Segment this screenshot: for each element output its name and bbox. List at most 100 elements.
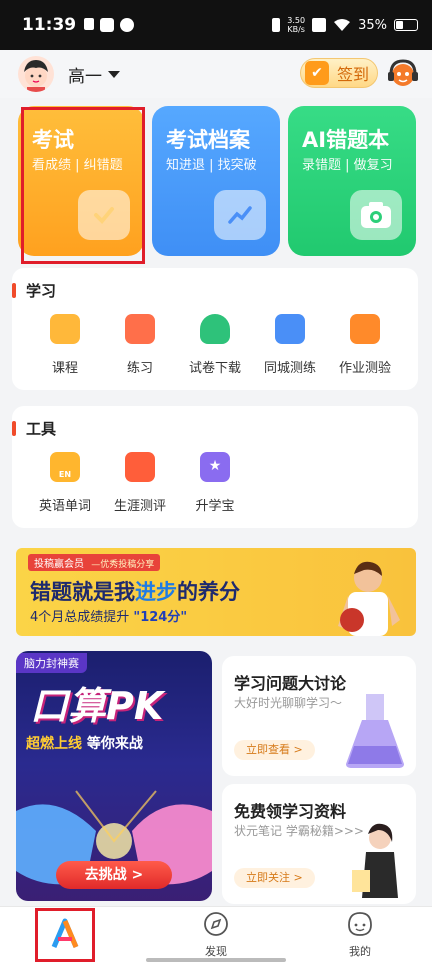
wifi-icon [334, 19, 351, 31]
promo-subtitle: 超燃上线 等你来战 [26, 733, 143, 753]
view-now-button[interactable]: 立即查看 > [234, 740, 315, 760]
chevron-down-icon [108, 71, 120, 78]
math-pk-promo-card[interactable]: 脑力封神赛 口算PK 超燃上线 等你来战 去挑战 > [16, 651, 212, 901]
avatar[interactable] [18, 56, 54, 92]
grade-selector[interactable]: 高一 [68, 62, 120, 87]
no-sim-icon [312, 18, 327, 32]
status-time: 11:39 [22, 15, 77, 35]
practice-icon [125, 314, 155, 344]
home-logo-icon [51, 918, 79, 948]
banner-tag: 投稿赢会员 —优秀投稿分享 [28, 554, 161, 571]
promo-sub-rest: 等你来战 [82, 736, 143, 752]
study-item-city-test[interactable]: 同城测练 [255, 314, 325, 376]
discussion-card[interactable]: 学习问题大讨论 大好时光聊聊学习～ 立即查看 > [222, 656, 416, 776]
customer-service-icon[interactable] [386, 56, 420, 90]
study-item-label: 试卷下载 [188, 361, 241, 376]
study-item-download[interactable]: 试卷下载 [180, 314, 250, 376]
promo-sub-highlight: 超燃上线 [26, 736, 82, 752]
study-item-label: 作业测验 [338, 361, 391, 376]
english-badge: EN [58, 470, 72, 479]
status-bar: 11:39 3.50 KB/s 35% [0, 0, 432, 50]
study-section: 学习 课程 练习 试卷下载 同城测练 作业测验 [12, 268, 418, 390]
study-item-practice[interactable]: 练习 [105, 314, 175, 376]
signin-label: 签到 [337, 65, 370, 84]
discussion-title: 学习问题大讨论 [234, 674, 347, 693]
follow-now-button[interactable]: 立即关注 > [234, 868, 315, 888]
study-header: 学习 [12, 280, 56, 301]
ai-mistake-book-card[interactable]: AI错题本 录错题 | 做复习 [288, 106, 416, 256]
tools-section: 工具 EN 英语单词 生涯测评 ★ 升学宝 [12, 406, 418, 528]
bottom-nav: 发现 我的 [0, 906, 432, 964]
grade-label: 高一 [68, 67, 102, 87]
banner-tag-sub: —优秀投稿分享 [91, 560, 155, 570]
tools-title: 工具 [26, 420, 57, 438]
flask-illustration [346, 694, 404, 768]
section-accent-bar [12, 421, 16, 436]
banner-sub-pre: 4个月总成绩提升 [30, 610, 130, 625]
study-title: 学习 [26, 282, 57, 300]
promo-banner[interactable]: 投稿赢会员 —优秀投稿分享 错题就是我进步的养分 4个月总成绩提升 "124分" [16, 548, 416, 636]
tool-item-english-words[interactable]: EN 英语单词 [30, 452, 100, 514]
tools-header: 工具 [12, 418, 56, 439]
exam-archive-subtitle: 知进退 | 找突破 [166, 158, 257, 173]
camera-icon [350, 190, 402, 240]
nav-mine-label: 我的 [349, 945, 371, 958]
course-icon [50, 314, 80, 344]
english-words-icon: EN [50, 452, 80, 482]
exam-archive-title: 考试档案 [166, 128, 250, 152]
free-materials-card[interactable]: 免费领学习资料 状元笔记 学霸秘籍>>> 立即关注 > [222, 784, 416, 904]
banner-title-emphasis: 进步 [135, 580, 177, 604]
ai-mistake-title: AI错题本 [302, 128, 390, 152]
banner-sub-value: "124分" [133, 610, 188, 625]
study-item-label: 课程 [51, 361, 78, 376]
profile-face-icon [348, 912, 372, 936]
download-icon [200, 314, 230, 344]
banner-tag-label: 投稿赢会员 [34, 559, 84, 570]
gesture-bar[interactable] [146, 958, 286, 962]
nav-discover[interactable]: 发现 [176, 911, 256, 959]
clipboard-check-icon [78, 190, 130, 240]
materials-title: 免费领学习资料 [234, 802, 347, 821]
exam-archive-card[interactable]: 考试档案 知进退 | 找突破 [152, 106, 280, 256]
ai-mistake-subtitle: 录错题 | 做复习 [302, 158, 393, 173]
net-speed-unit: KB/s [287, 25, 305, 34]
homework-icon [350, 314, 380, 344]
challenge-button[interactable]: 去挑战 > [56, 861, 172, 889]
battery-percent: 35% [358, 17, 387, 33]
career-assessment-icon [125, 452, 155, 482]
study-item-homework[interactable]: 作业测验 [330, 314, 400, 376]
nav-mine[interactable]: 我的 [320, 911, 400, 959]
top-header: 高一 ✔ 签到 [0, 50, 432, 98]
tiktok-icon [84, 18, 95, 30]
promo-tag: 脑力封神赛 [16, 653, 87, 673]
exam-card-title: 考试 [32, 128, 74, 152]
nav-discover-label: 发现 [205, 945, 227, 958]
tool-item-label: 升学宝 [195, 499, 235, 514]
tool-item-admission[interactable]: ★ 升学宝 [180, 452, 250, 514]
app-icon [100, 18, 115, 32]
signin-button[interactable]: ✔ 签到 [300, 58, 378, 88]
admission-icon: ★ [200, 452, 230, 482]
banner-subtitle: 4个月总成绩提升 "124分" [30, 606, 187, 625]
network-speed: 3.50 KB/s [287, 16, 305, 34]
study-item-label: 练习 [126, 361, 153, 376]
banner-title: 错题就是我进步的养分 [30, 576, 240, 606]
exam-card[interactable]: 考试 看成绩 | 纠错题 [18, 106, 144, 256]
section-accent-bar [12, 283, 16, 298]
banner-title-pre: 错题就是我 [30, 580, 135, 604]
nav-home[interactable] [35, 917, 95, 955]
study-item-course[interactable]: 课程 [30, 314, 100, 376]
tool-item-label: 英语单词 [38, 499, 91, 514]
wechat-icon [120, 18, 135, 32]
tool-item-label: 生涯测评 [113, 499, 166, 514]
promo-title: 口算PK [30, 684, 164, 728]
battery-icon [394, 19, 418, 31]
tool-item-career[interactable]: 生涯测评 [105, 452, 175, 514]
basketball-player-illustration [338, 561, 400, 636]
checkmark-icon: ✔ [305, 61, 329, 85]
banner-title-post: 的养分 [177, 580, 240, 604]
discussion-subtitle: 大好时光聊聊学习～ [234, 696, 343, 710]
city-test-icon [275, 314, 305, 344]
exam-card-subtitle: 看成绩 | 纠错题 [32, 158, 123, 173]
student-illustration [352, 823, 398, 898]
